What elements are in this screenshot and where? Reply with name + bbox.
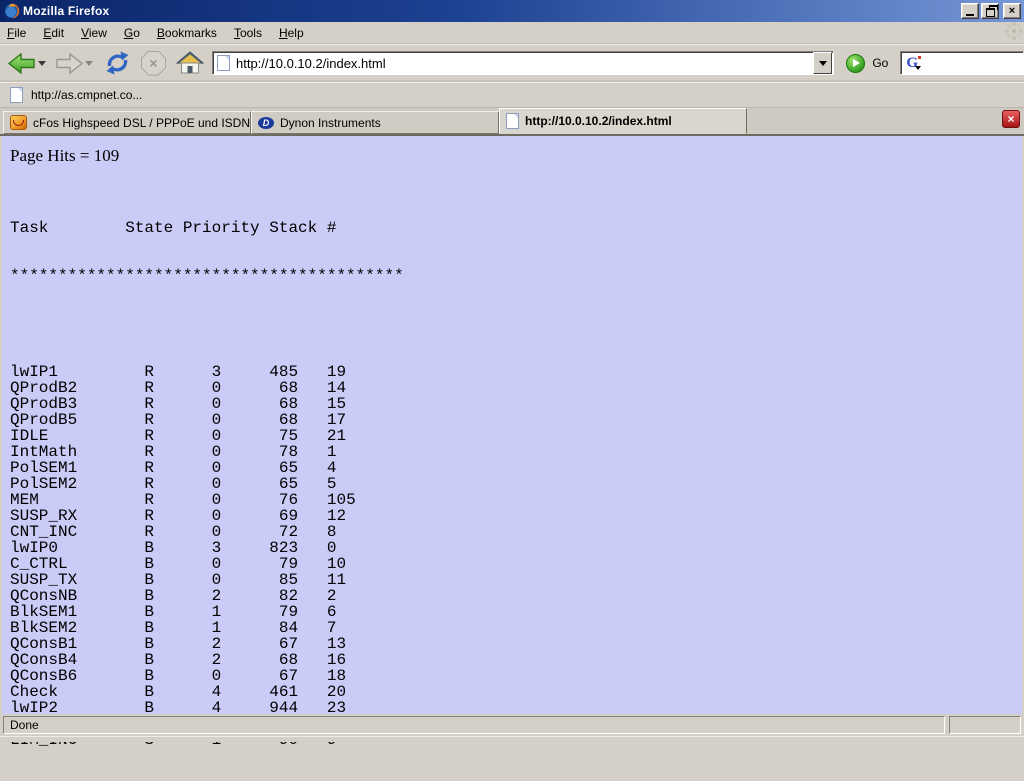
menu-edit[interactable]: Edit bbox=[36, 24, 71, 42]
menu-bar: FileEditViewGoBookmarksToolsHelp bbox=[0, 22, 1024, 44]
dynon-icon: D bbox=[258, 117, 274, 129]
task-table: Task State Priority Stack # ************… bbox=[10, 188, 404, 780]
status-text: Done bbox=[10, 718, 39, 732]
go-icon bbox=[846, 54, 865, 73]
minimize-button[interactable] bbox=[961, 3, 979, 19]
search-input[interactable]: G bbox=[900, 51, 1024, 75]
menu-file[interactable]: File bbox=[0, 24, 33, 42]
table-row: QConsB4 B 2 68 16 bbox=[10, 652, 404, 668]
menu-bookmarks[interactable]: Bookmarks bbox=[150, 24, 224, 42]
status-bar: Done bbox=[0, 714, 1024, 736]
url-text: http://10.0.10.2/index.html bbox=[236, 56, 813, 71]
bookmark-page-icon bbox=[10, 87, 23, 103]
back-dropdown-icon[interactable] bbox=[38, 61, 46, 66]
table-row: lwIP1 R 3 485 19 bbox=[10, 364, 404, 380]
window-close-button[interactable]: × bbox=[1003, 3, 1021, 19]
table-row: IntMath R 0 78 1 bbox=[10, 444, 404, 460]
page-icon bbox=[217, 55, 230, 71]
table-row: QProdB3 R 0 68 15 bbox=[10, 396, 404, 412]
page-content: Page Hits = 109 Task State Priority Stac… bbox=[2, 136, 1022, 714]
tab-bar: cFos Highspeed DSL / PPPoE und ISDN CAP.… bbox=[0, 108, 1024, 136]
table-row: PolSEM2 R 0 65 5 bbox=[10, 476, 404, 492]
close-icon: × bbox=[1007, 113, 1014, 125]
restore-icon bbox=[986, 8, 995, 17]
url-bar[interactable]: http://10.0.10.2/index.html bbox=[212, 51, 834, 75]
table-row: MEM R 0 76 105 bbox=[10, 492, 404, 508]
tab-1[interactable]: cFos Highspeed DSL / PPPoE und ISDN CAP.… bbox=[3, 111, 251, 134]
table-row: Check B 4 461 20 bbox=[10, 684, 404, 700]
close-tab-button[interactable]: × bbox=[1002, 110, 1020, 128]
table-row: BlkSEM2 B 1 84 7 bbox=[10, 620, 404, 636]
page-hits: Page Hits = 109 bbox=[10, 146, 119, 166]
table-row: PolSEM1 R 0 65 4 bbox=[10, 460, 404, 476]
chevron-down-icon bbox=[819, 61, 827, 66]
tab-label: http://10.0.10.2/index.html bbox=[525, 114, 672, 128]
stop-button[interactable]: × bbox=[141, 51, 166, 76]
navigation-toolbar: × http://10.0.10.2/index.html Go G bbox=[0, 44, 1024, 82]
bookmark-label: http://as.cmpnet.co... bbox=[31, 88, 142, 102]
stop-icon: × bbox=[149, 55, 157, 71]
table-row: QProdB2 R 0 68 14 bbox=[10, 380, 404, 396]
url-dropdown-button[interactable] bbox=[813, 52, 832, 74]
bookmark-item[interactable]: http://as.cmpnet.co... bbox=[10, 87, 142, 103]
table-row: QConsB1 B 2 67 13 bbox=[10, 636, 404, 652]
menu-tools[interactable]: Tools bbox=[227, 24, 269, 42]
close-icon: × bbox=[1009, 6, 1015, 16]
table-row: IDLE R 0 75 21 bbox=[10, 428, 404, 444]
forward-dropdown-icon[interactable] bbox=[85, 61, 93, 66]
table-row: QConsNB B 2 82 2 bbox=[10, 588, 404, 604]
window-bottom-edge bbox=[0, 736, 1024, 742]
back-button[interactable] bbox=[8, 53, 36, 74]
window-title: Mozilla Firefox bbox=[23, 4, 961, 18]
go-button[interactable]: Go bbox=[846, 54, 888, 73]
menu-help[interactable]: Help bbox=[272, 24, 311, 42]
table-row: lwIP0 B 3 823 0 bbox=[10, 540, 404, 556]
home-button[interactable] bbox=[176, 51, 204, 75]
table-row: QProdB5 R 0 68 17 bbox=[10, 412, 404, 428]
tab-3[interactable]: http://10.0.10.2/index.html bbox=[499, 108, 747, 134]
forward-button[interactable] bbox=[55, 53, 83, 74]
throbber-icon bbox=[1012, 29, 1016, 33]
minimize-icon bbox=[966, 14, 974, 16]
table-row: SUSP_TX B 0 85 11 bbox=[10, 572, 404, 588]
tab-2[interactable]: D Dynon Instruments bbox=[251, 111, 499, 134]
table-row: CNT_INC R 0 72 8 bbox=[10, 524, 404, 540]
table-row: C_CTRL B 0 79 10 bbox=[10, 556, 404, 572]
menu-go[interactable]: Go bbox=[117, 24, 147, 42]
resize-grip[interactable] bbox=[949, 716, 1021, 734]
tab-label: cFos Highspeed DSL / PPPoE und ISDN CAP.… bbox=[33, 116, 251, 130]
search-engine-dropdown-icon[interactable] bbox=[915, 66, 921, 70]
tab-label: Dynon Instruments bbox=[280, 116, 381, 130]
table-row: BlkSEM1 B 1 79 6 bbox=[10, 604, 404, 620]
table-header: Task State Priority Stack # bbox=[10, 220, 404, 236]
page-icon bbox=[506, 113, 519, 129]
restore-button[interactable] bbox=[981, 3, 999, 19]
go-label: Go bbox=[872, 56, 888, 70]
status-panel: Done bbox=[3, 716, 945, 734]
reload-button[interactable] bbox=[104, 50, 131, 76]
menu-view[interactable]: View bbox=[74, 24, 114, 42]
table-row: QConsB6 B 0 67 18 bbox=[10, 668, 404, 684]
firefox-icon bbox=[4, 3, 20, 19]
bookmarks-toolbar: http://as.cmpnet.co... bbox=[0, 82, 1024, 108]
table-spacer bbox=[10, 316, 404, 332]
table-divider: ****************************************… bbox=[10, 268, 404, 284]
browser-window: Mozilla Firefox × FileEditViewGoBookmark… bbox=[0, 0, 1024, 742]
title-bar: Mozilla Firefox × bbox=[0, 0, 1024, 22]
cfos-icon bbox=[10, 115, 27, 130]
table-row: SUSP_RX R 0 69 12 bbox=[10, 508, 404, 524]
